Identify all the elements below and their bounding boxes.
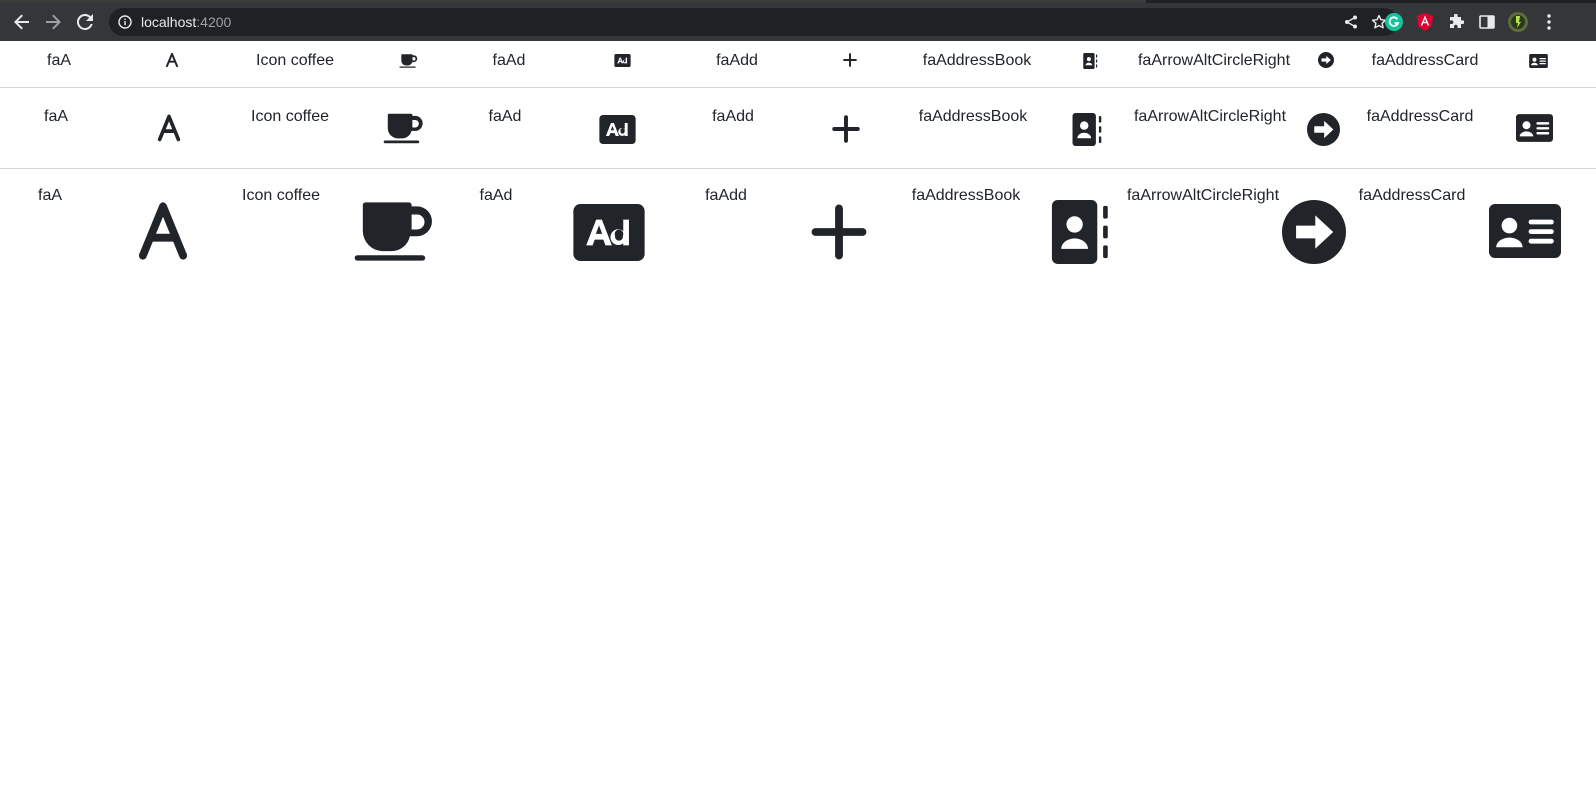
reload-icon	[77, 14, 93, 30]
ad-icon	[598, 114, 636, 144]
label-faArrowAltCircleRight: faArrowAltCircleRight	[1126, 187, 1280, 204]
label-faAddressCard: faAddressCard	[1366, 108, 1474, 125]
plus-icon	[831, 114, 861, 144]
coffee-icon	[398, 53, 418, 68]
address-card-icon	[1528, 53, 1548, 68]
address-card-icon	[1488, 202, 1562, 260]
profile-avatar-icon	[1508, 12, 1528, 32]
url-host: localhost	[141, 14, 197, 30]
plus-icon	[843, 53, 857, 67]
back-button[interactable]	[7, 3, 37, 41]
coffee-icon	[382, 112, 424, 144]
forward-arrow-icon	[46, 14, 61, 30]
label-faAd: faAd	[488, 108, 522, 125]
arrow-circle-right-icon	[1318, 52, 1334, 68]
address-book-icon	[1082, 52, 1098, 69]
label-faAddressBook: faAddressBook	[922, 52, 1032, 69]
label-faAddressCard: faAddressCard	[1371, 52, 1479, 69]
label-icon-coffee: Icon coffee	[242, 187, 320, 204]
address-book-icon	[1049, 199, 1113, 265]
grammarly-icon	[1385, 13, 1403, 31]
angular-icon	[1417, 13, 1433, 31]
extensions-button[interactable]	[1446, 12, 1466, 32]
arrow-circle-right-icon	[1306, 112, 1340, 146]
label-faAddressBook: faAddressBook	[918, 108, 1028, 125]
kebab-menu-icon	[1547, 14, 1551, 30]
side-panel-icon	[1479, 15, 1495, 29]
address-book-icon	[1071, 112, 1103, 146]
address-bar[interactable]: localhost:4200	[109, 8, 1398, 36]
url-text[interactable]: localhost:4200	[141, 14, 231, 30]
back-arrow-icon	[14, 14, 29, 30]
letter-a-icon	[164, 52, 179, 68]
puzzle-icon	[1450, 14, 1464, 28]
letter-a-icon	[134, 199, 192, 263]
ad-icon	[572, 203, 646, 261]
plus-icon	[810, 204, 868, 260]
share-icon[interactable]	[1344, 15, 1358, 29]
reload-button[interactable]	[70, 3, 100, 41]
letter-a-icon	[155, 112, 183, 144]
ad-icon	[613, 53, 631, 67]
icon-row-medium: faA Icon coffee faAd faAdd faAddressBook…	[0, 88, 1596, 169]
grammarly-extension[interactable]	[1384, 12, 1404, 32]
label-faAd: faAd	[479, 187, 513, 204]
label-faA: faA	[43, 108, 69, 125]
label-faArrowAltCircleRight: faArrowAltCircleRight	[1137, 52, 1291, 69]
label-faA: faA	[46, 52, 72, 69]
info-icon[interactable]	[118, 15, 132, 29]
chrome-menu-button[interactable]	[1539, 12, 1559, 32]
label-faAddressCard: faAddressCard	[1358, 187, 1466, 204]
label-icon-coffee: Icon coffee	[256, 52, 334, 69]
icon-row-small: faA Icon coffee faAd faAdd faAddressBook…	[0, 41, 1596, 88]
coffee-icon	[352, 200, 436, 262]
label-faAdd: faAdd	[705, 187, 747, 204]
label-faAddressBook: faAddressBook	[911, 187, 1021, 204]
label-faAdd: faAdd	[712, 108, 754, 125]
label-faArrowAltCircleRight: faArrowAltCircleRight	[1133, 108, 1287, 125]
icon-row-large: faA Icon coffee faAd faAdd faAddressBook…	[0, 169, 1596, 289]
label-faAd: faAd	[492, 52, 526, 69]
label-faA: faA	[37, 187, 63, 204]
forward-button[interactable]	[38, 3, 68, 41]
profile-button[interactable]	[1508, 12, 1528, 32]
arrow-circle-right-icon	[1281, 199, 1347, 265]
browser-toolbar: localhost:4200	[0, 3, 1596, 41]
side-panel-button[interactable]	[1477, 12, 1497, 32]
angular-extension[interactable]	[1415, 12, 1435, 32]
url-port: :4200	[196, 14, 232, 30]
address-card-icon	[1515, 113, 1553, 143]
label-icon-coffee: Icon coffee	[251, 108, 329, 125]
label-faAdd: faAdd	[716, 52, 758, 69]
page-content: faA Icon coffee faAd faAdd faAddressBook…	[0, 41, 1596, 788]
